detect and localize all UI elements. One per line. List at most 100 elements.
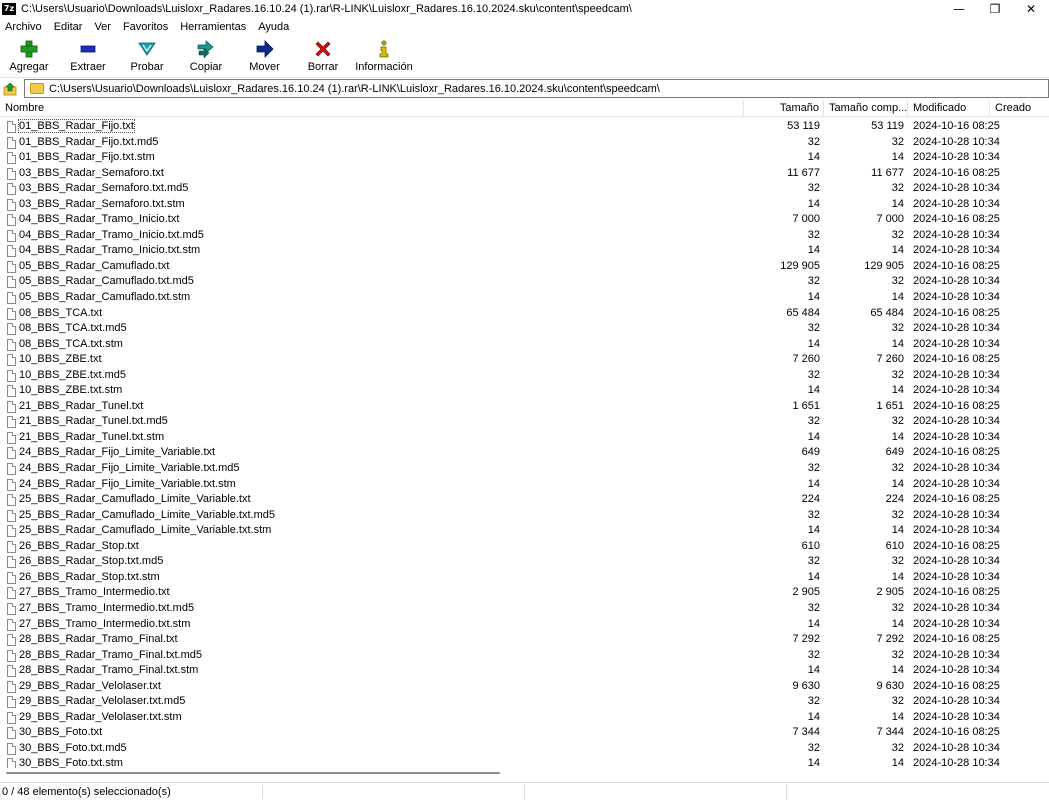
file-size: 129 905: [744, 259, 820, 275]
text-file-icon: [7, 183, 16, 196]
close-button[interactable]: ✕: [1013, 0, 1049, 18]
file-row[interactable]: 24_BBS_Radar_Fijo_Limite_Variable.txt.st…: [0, 477, 1049, 493]
file-row[interactable]: 25_BBS_Radar_Camuflado_Limite_Variable.t…: [0, 523, 1049, 539]
menu-editar[interactable]: Editar: [48, 21, 89, 33]
info-button[interactable]: Información: [353, 36, 415, 78]
file-size: 9 630: [744, 679, 820, 695]
column-header-name[interactable]: Nombre: [0, 100, 744, 117]
file-modified-text: 2024-10-28 10:34: [913, 664, 1000, 677]
file-name: 30_BBS_Foto.txt.md5: [19, 741, 127, 757]
file-row[interactable]: 24_BBS_Radar_Fijo_Limite_Variable.txt.md…: [0, 461, 1049, 477]
file-row[interactable]: 21_BBS_Radar_Tunel.txt.md5 32 32 2024-10-28…: [0, 414, 1049, 430]
file-row[interactable]: 03_BBS_Radar_Semaforo.txt 11 677 11 677 202…: [0, 166, 1049, 182]
file-row[interactable]: 30_BBS_Foto.txt 7 344 7 344 2024-10-16 08:2…: [0, 725, 1049, 741]
horizontal-scrollbar[interactable]: [0, 768, 1049, 780]
file-name-text: 01_BBS_Radar_Fijo.txt.md5: [19, 135, 159, 148]
file-row[interactable]: 05_BBS_Radar_Camuflado.txt.md5 32 32 2024-1…: [0, 274, 1049, 290]
file-name-text: 03_BBS_Radar_Semaforo.txt.stm: [19, 197, 185, 210]
file-row[interactable]: 30_BBS_Foto.txt.stm 14 14 2024-10-28 10:34: [0, 756, 1049, 768]
file-row[interactable]: 29_BBS_Radar_Velolaser.txt.md5 32 32 2024-1…: [0, 694, 1049, 710]
file-name: 26_BBS_Radar_Stop.txt.stm: [19, 570, 160, 586]
copy-button[interactable]: Copiar: [176, 36, 236, 78]
file-row[interactable]: 01_BBS_Radar_Fijo.txt.stm 14 14 2024-10-28 …: [0, 150, 1049, 166]
file-row[interactable]: 08_BBS_TCA.txt.md5 32 32 2024-10-28 10:34: [0, 321, 1049, 337]
up-folder-button[interactable]: [0, 80, 20, 98]
text-file-icon: [7, 167, 16, 180]
text-file-icon: [7, 478, 16, 491]
file-modified-text: 2024-10-16 08:25: [913, 120, 1000, 132]
file-row[interactable]: 29_BBS_Radar_Velolaser.txt 9 630 9 630 2024…: [0, 679, 1049, 695]
column-header-packed-size[interactable]: Tamaño comp...: [824, 100, 908, 117]
file-row[interactable]: 01_BBS_Radar_Fijo.txt.md5 32 32 2024-10-28 …: [0, 135, 1049, 151]
file-name: 28_BBS_Radar_Tramo_Final.txt.stm: [19, 663, 198, 679]
menu-herramientas[interactable]: Herramientas: [174, 21, 252, 33]
delete-button[interactable]: Borrar: [293, 36, 353, 78]
file-row[interactable]: 21_BBS_Radar_Tunel.txt.stm 14 14 2024-10-28…: [0, 430, 1049, 446]
file-packed-size: 53 119: [824, 119, 904, 135]
file-packed-size: 14: [824, 243, 904, 259]
file-row[interactable]: 05_BBS_Radar_Camuflado.txt.stm 14 14 2024-1…: [0, 290, 1049, 306]
file-row[interactable]: 05_BBS_Radar_Camuflado.txt 129 905 129 905…: [0, 259, 1049, 275]
file-row[interactable]: 28_BBS_Radar_Tramo_Final.txt.stm 14 14 2024…: [0, 663, 1049, 679]
file-row[interactable]: 27_BBS_Tramo_Intermedio.txt 2 905 2 905 202…: [0, 585, 1049, 601]
extract-button[interactable]: Extraer: [58, 36, 118, 78]
file-row[interactable]: 04_BBS_Radar_Tramo_Inicio.txt 7 000 7 000 2…: [0, 212, 1049, 228]
file-packed-size-text: 14: [891, 291, 904, 304]
file-row[interactable]: 28_BBS_Radar_Tramo_Final.txt 7 292 7 292 20…: [0, 632, 1049, 648]
file-row[interactable]: 01_BBS_Radar_Fijo.txt 53 119 53 119 2024-10…: [0, 119, 1049, 135]
file-packed-size-text: 32: [891, 508, 904, 521]
file-modified: 2024-10-16 08:25: [913, 679, 1000, 695]
scrollbar-thumb[interactable]: [6, 772, 500, 774]
file-row[interactable]: 26_BBS_Radar_Stop.txt.md5 32 32 2024-10-28 …: [0, 554, 1049, 570]
file-packed-size: 32: [824, 601, 904, 617]
minimize-button[interactable]: —: [941, 0, 977, 18]
file-row[interactable]: 27_BBS_Tramo_Intermedio.txt.stm 14 14 2024-…: [0, 617, 1049, 633]
file-packed-size-text: 224: [885, 493, 904, 506]
file-row[interactable]: 28_BBS_Radar_Tramo_Final.txt.md5 32 32 2024…: [0, 648, 1049, 664]
file-size-text: 32: [807, 415, 820, 428]
file-row[interactable]: 21_BBS_Radar_Tunel.txt 1 651 1 651 2024-10-…: [0, 399, 1049, 415]
file-modified-text: 2024-10-28 10:34: [913, 757, 1000, 768]
menu-favoritos[interactable]: Favoritos: [117, 21, 174, 33]
file-row[interactable]: 03_BBS_Radar_Semaforo.txt.md5 32 32 2024-10…: [0, 181, 1049, 197]
file-name-text: 30_BBS_Foto.txt.md5: [19, 741, 127, 754]
file-packed-size-text: 32: [891, 182, 904, 195]
file-row[interactable]: 10_BBS_ZBE.txt 7 260 7 260 2024-10-16 08:25: [0, 352, 1049, 368]
file-row[interactable]: 10_BBS_ZBE.txt.stm 14 14 2024-10-28 10:34: [0, 383, 1049, 399]
menu-ver[interactable]: Ver: [88, 21, 117, 33]
test-button[interactable]: Probar: [118, 36, 176, 78]
address-path-field[interactable]: C:\Users\Usuario\Downloads\Luisloxr_Rada…: [24, 79, 1049, 98]
file-row[interactable]: 03_BBS_Radar_Semaforo.txt.stm 14 14 2024-10…: [0, 197, 1049, 213]
maximize-button[interactable]: ❐: [977, 0, 1013, 18]
file-row[interactable]: 29_BBS_Radar_Velolaser.txt.stm 14 14 2024-1…: [0, 710, 1049, 726]
file-size-text: 32: [807, 462, 820, 475]
move-button[interactable]: Mover: [236, 36, 293, 78]
menu-archivo[interactable]: Archivo: [0, 21, 48, 33]
menu-ayuda[interactable]: Ayuda: [252, 21, 295, 33]
column-header-modified[interactable]: Modificado: [908, 100, 990, 117]
add-button[interactable]: Agregar: [0, 36, 58, 78]
column-header-size[interactable]: Tamaño: [744, 100, 824, 117]
file-row[interactable]: 04_BBS_Radar_Tramo_Inicio.txt.md5 32 32 202…: [0, 228, 1049, 244]
file-row[interactable]: 08_BBS_TCA.txt.stm 14 14 2024-10-28 10:34: [0, 337, 1049, 353]
file-row[interactable]: 10_BBS_ZBE.txt.md5 32 32 2024-10-28 10:34: [0, 368, 1049, 384]
file-row[interactable]: 04_BBS_Radar_Tramo_Inicio.txt.stm 14 14 202…: [0, 243, 1049, 259]
file-row[interactable]: 26_BBS_Radar_Stop.txt.stm 14 14 2024-10-28 …: [0, 570, 1049, 586]
file-row[interactable]: 25_BBS_Radar_Camuflado_Limite_Variable.t…: [0, 508, 1049, 524]
file-size: 14: [744, 617, 820, 633]
extract-button-label: Extraer: [70, 61, 106, 73]
text-file-icon: [7, 260, 16, 273]
file-name: 26_BBS_Radar_Stop.txt: [19, 539, 139, 555]
file-size-text: 32: [807, 508, 820, 521]
file-row[interactable]: 26_BBS_Radar_Stop.txt 610 610 2024-10-16 08…: [0, 539, 1049, 555]
file-size: 32: [744, 601, 820, 617]
file-modified: 2024-10-28 10:34: [913, 663, 1000, 679]
file-row[interactable]: 24_BBS_Radar_Fijo_Limite_Variable.txt 649…: [0, 445, 1049, 461]
file-row[interactable]: 25_BBS_Radar_Camuflado_Limite_Variable.t…: [0, 492, 1049, 508]
column-header-created[interactable]: Creado: [990, 100, 1049, 117]
file-name-text: 29_BBS_Radar_Velolaser.txt.stm: [19, 710, 182, 723]
file-row[interactable]: 30_BBS_Foto.txt.md5 32 32 2024-10-28 10:34: [0, 741, 1049, 757]
app-logo-icon: 7z: [2, 3, 16, 15]
file-row[interactable]: 08_BBS_TCA.txt 65 484 65 484 2024-10-16 08:…: [0, 306, 1049, 322]
file-row[interactable]: 27_BBS_Tramo_Intermedio.txt.md5 32 32 2024-…: [0, 601, 1049, 617]
